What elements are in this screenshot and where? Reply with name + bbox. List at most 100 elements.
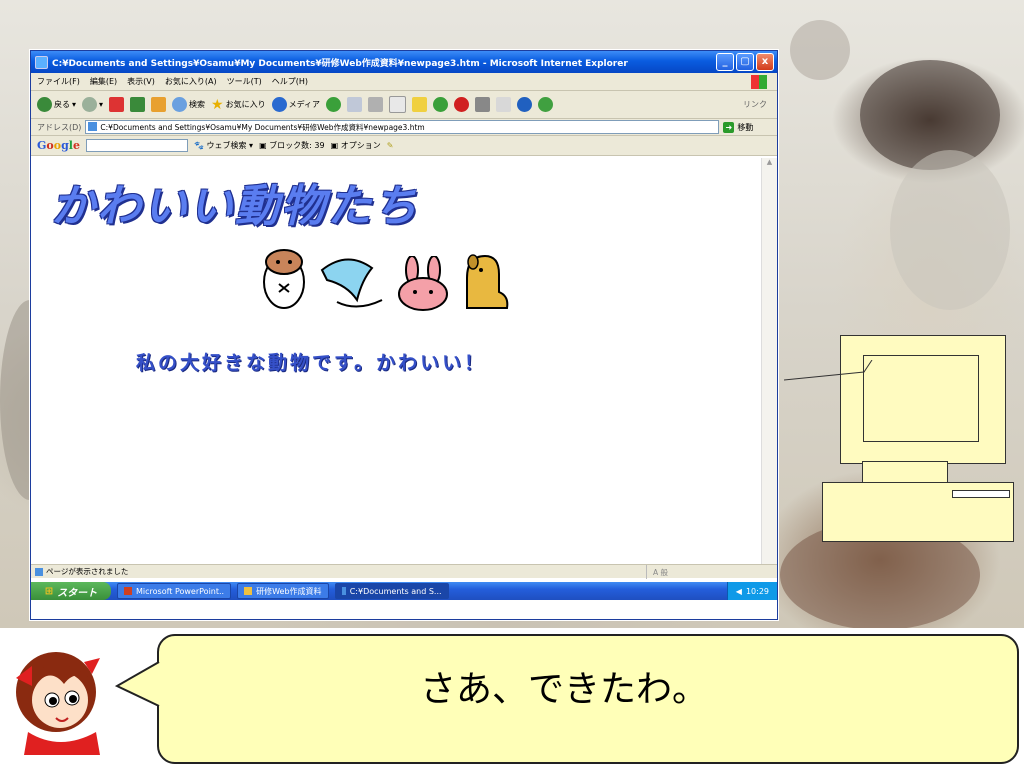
- dog-icon: [466, 254, 509, 309]
- forward-button[interactable]: ▾: [82, 97, 103, 112]
- menu-edit[interactable]: 編集(E): [90, 76, 117, 87]
- links-label[interactable]: リンク: [743, 99, 767, 110]
- folder-icon[interactable]: [412, 97, 428, 112]
- google-logo[interactable]: Google: [37, 139, 80, 152]
- windows-flag-icon: [751, 75, 767, 89]
- go-label: 移動: [737, 122, 754, 132]
- task-label: C:¥Documents and S...: [349, 586, 442, 596]
- close-button[interactable]: x: [756, 53, 774, 71]
- back-label: 戻る: [54, 100, 70, 109]
- window-title: C:¥Documents and Settings¥Osamu¥My Docum…: [52, 58, 628, 69]
- print-icon[interactable]: [368, 97, 384, 112]
- address-value: C:¥Documents and Settings¥Osamu¥My Docum…: [100, 122, 425, 132]
- edit-icon[interactable]: [389, 96, 407, 113]
- media-label: メディア: [288, 100, 321, 109]
- page-message: 私の大好きな動物です。かわいい！: [136, 352, 487, 374]
- page-icon: [88, 122, 98, 131]
- menu-file[interactable]: ファイル(F): [37, 76, 80, 87]
- media-icon: [271, 97, 287, 112]
- status-bar: ページが表示されました A 般: [31, 564, 777, 579]
- powerpoint-icon: [124, 587, 132, 595]
- windows-logo-icon: ⊞: [44, 585, 54, 597]
- toolbar: 戻る ▾ ▾ 検索 ★ お気に入り メディア リンク: [31, 91, 777, 119]
- minimize-button[interactable]: _: [716, 53, 734, 71]
- hamster-icon: [263, 249, 305, 309]
- scroll-up-icon[interactable]: ▲: [762, 158, 777, 172]
- task-powerpoint[interactable]: Microsoft PowerPoint..: [117, 583, 232, 599]
- google-search-input[interactable]: [85, 139, 188, 152]
- popup-blocker[interactable]: ▣ ブロック数: 39: [259, 140, 325, 151]
- address-bar: アドレス(D) C:¥Documents and Settings¥Osamu¥…: [31, 119, 777, 136]
- back-arrow-icon: [37, 97, 52, 112]
- status-zone: A 般: [646, 565, 668, 579]
- dolphin-icon: [320, 258, 383, 308]
- address-input[interactable]: C:¥Documents and Settings¥Osamu¥My Docum…: [85, 120, 720, 134]
- star-icon: ★: [211, 96, 224, 113]
- back-button[interactable]: 戻る ▾: [37, 97, 76, 112]
- web-search-label: ウェブ検索: [206, 141, 247, 150]
- web-search-button[interactable]: 🐾 ウェブ検索 ▾: [194, 140, 253, 151]
- system-tray: ◀ 10:29: [726, 582, 777, 600]
- favorites-label: お気に入り: [225, 100, 266, 109]
- tool-icon[interactable]: [475, 97, 491, 112]
- status-text: ページが表示されました: [46, 567, 129, 576]
- task-folder[interactable]: 研修Web作成資料: [237, 583, 329, 599]
- browser-window: C:¥Documents and Settings¥Osamu¥My Docum…: [30, 50, 778, 620]
- computer-drive-slot-illustration: [952, 490, 1010, 498]
- girl-character: [16, 652, 100, 755]
- start-label: スタート: [57, 587, 98, 599]
- plugin-icon[interactable]: [454, 97, 470, 112]
- history-icon[interactable]: [326, 97, 342, 112]
- menu-help[interactable]: ヘルプ(H): [272, 76, 308, 87]
- stop-icon[interactable]: [109, 97, 125, 112]
- vertical-scrollbar[interactable]: ▲: [761, 158, 777, 564]
- search-button[interactable]: 検索: [172, 97, 205, 112]
- animal-illustrations: [259, 242, 511, 312]
- p-icon[interactable]: [517, 97, 533, 112]
- options-label: オプション: [340, 141, 381, 150]
- users-icon[interactable]: [538, 97, 554, 112]
- taskbar: ⊞ スタート Microsoft PowerPoint.. 研修Web作成資料 …: [31, 582, 777, 600]
- task-label: Microsoft PowerPoint..: [136, 586, 225, 596]
- ie-icon: [35, 55, 48, 69]
- clock: 10:29: [745, 586, 769, 596]
- forward-arrow-icon: [82, 97, 98, 112]
- speech-bubble-tail: [115, 661, 163, 707]
- title-bar[interactable]: C:¥Documents and Settings¥Osamu¥My Docum…: [31, 51, 777, 73]
- menu-view[interactable]: 表示(V): [127, 76, 155, 87]
- messenger-icon[interactable]: [433, 97, 449, 112]
- search-icon: [172, 97, 188, 112]
- page-icon[interactable]: [496, 97, 512, 112]
- go-button[interactable]: ➜ 移動: [723, 121, 754, 133]
- mail-icon[interactable]: [347, 97, 363, 112]
- google-toolbar: Google 🐾 ウェブ検索 ▾ ▣ ブロック数: 39 ▣ オプション ✎: [31, 136, 777, 156]
- menu-bar: ファイル(F) 編集(E) 表示(V) お気に入り(A) ツール(T) ヘルプ(…: [31, 73, 777, 91]
- menu-tools[interactable]: ツール(T): [227, 76, 262, 87]
- speech-text: さあ、できたわ。: [420, 669, 709, 710]
- folder-icon: [244, 587, 253, 595]
- media-button[interactable]: メディア: [271, 97, 321, 112]
- address-label: アドレス(D): [37, 122, 82, 132]
- rabbit-icon: [398, 256, 448, 311]
- zone-label: A 般: [653, 567, 669, 577]
- task-ie[interactable]: C:¥Documents and S...: [334, 583, 449, 599]
- options-button[interactable]: ▣ オプション: [331, 140, 381, 151]
- page-heading: かわいい動物たち: [51, 181, 419, 232]
- callout-line: [784, 360, 873, 381]
- search-label: 検索: [189, 100, 206, 109]
- go-arrow-icon: ➜: [723, 121, 735, 133]
- maximize-button[interactable]: ▢: [736, 53, 754, 71]
- start-button[interactable]: ⊞ スタート: [31, 582, 111, 600]
- favorites-button[interactable]: ★ お気に入り: [211, 97, 266, 113]
- ie-page-icon: [35, 567, 43, 576]
- computer-screen-illustration: [863, 355, 979, 442]
- pencil-icon[interactable]: ✎: [387, 141, 394, 150]
- refresh-icon[interactable]: [130, 97, 146, 112]
- page-content: かわいい動物たち 私の大好きな動物です。かわいい！: [31, 158, 761, 564]
- home-icon[interactable]: [151, 97, 167, 112]
- ie-icon: [341, 587, 346, 595]
- tray-arrow-icon[interactable]: ◀: [736, 587, 742, 596]
- task-label: 研修Web作成資料: [256, 586, 322, 596]
- menu-favorites[interactable]: お気に入り(A): [165, 76, 217, 87]
- blocked-count: ブロック数: 39: [269, 141, 325, 150]
